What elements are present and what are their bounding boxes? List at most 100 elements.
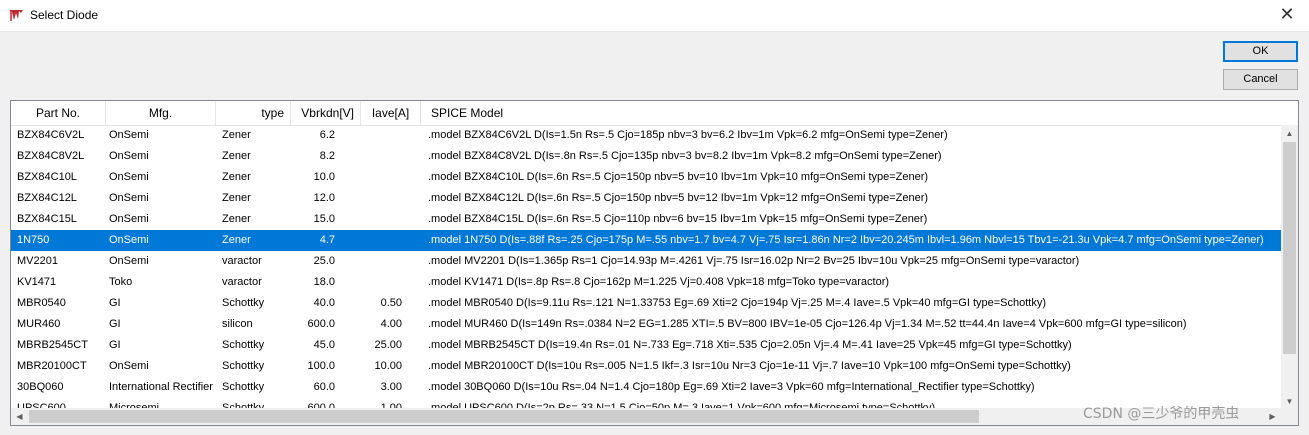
list-header: Part No. Mfg. type Vbrkdn[V] Iave[A] SPI… [11,101,1298,126]
table-row[interactable]: MBR20100CT OnSemi Schottky 100.0 10.00 .model… [11,356,1281,377]
vbrkdn-cell: 100.0 [307,360,335,372]
type-cell: Schottky [222,339,265,351]
spice-model-cell: .model 30BQ060 D(Is=10u Rs=.04 N=1.4 Cjo… [428,381,1035,393]
spice-model-cell: .model BZX84C6V2L D(Is=1.5n Rs=.5 Cjo=18… [428,129,948,141]
table-row[interactable]: KV1471 Toko varactor 18.0 .model KV1471 D(Is… [11,272,1281,293]
diode-list[interactable]: Part No. Mfg. type Vbrkdn[V] Iave[A] SPI… [10,100,1299,426]
part-no-cell: BZX84C8V2L [17,150,85,162]
vbrkdn-cell: 12.0 [313,192,335,204]
spice-model-cell: .model MUR460 D(Is=149n Rs=.0384 N=2 EG=… [428,318,1187,330]
type-cell: varactor [222,255,262,267]
mfg-cell: OnSemi [109,360,149,372]
iave-cell [356,167,402,188]
table-row[interactable]: BZX84C8V2L OnSemi Zener 8.2 .model BZX84C8V2… [11,146,1281,167]
spice-model-cell: .model KV1471 D(Is=.8p Rs=.8 Cjo=162p M=… [428,276,890,288]
vertical-scrollbar[interactable]: ▲ ▼ [1281,125,1298,410]
mfg-cell: OnSemi [109,192,149,204]
type-cell: Schottky [222,381,265,393]
iave-cell: 3.00 [380,381,402,393]
horizontal-scroll-thumb[interactable] [29,410,979,423]
type-cell: Zener [222,171,251,183]
column-header-iave[interactable]: Iave[A] [361,101,421,125]
vbrkdn-cell: 600.0 [307,318,335,330]
iave-cell: 10.00 [374,360,402,372]
vbrkdn-cell: 25.0 [313,255,335,267]
scroll-right-arrow-icon[interactable]: ▶ [1264,408,1281,425]
spice-model-cell: .model MBR20100CT D(Is=10u Rs=.005 N=1.5… [428,360,1071,372]
table-row[interactable]: MUR460 GI silicon 600.0 4.00 .model MUR460 D(… [11,314,1281,335]
spice-model-cell: .model BZX84C15L D(Is=.6n Rs=.5 Cjo=110p… [428,213,928,225]
spice-model-cell: .model 1N750 D(Is=.88f Rs=.25 Cjo=175p M… [428,234,1264,246]
table-row[interactable]: MBR0540 GI Schottky 40.0 0.50 .model MBR0540 … [11,293,1281,314]
mfg-cell: OnSemi [109,255,149,267]
type-cell: silicon [222,318,253,330]
part-no-cell: MBR20100CT [17,360,87,372]
type-cell: Schottky [222,297,265,309]
part-no-cell: MBR0540 [17,297,66,309]
iave-cell [356,272,402,293]
table-row[interactable]: BZX84C15L OnSemi Zener 15.0 .model BZX84C15L… [11,209,1281,230]
spice-model-cell: .model BZX84C12L D(Is=.6n Rs=.5 Cjo=150p… [428,192,929,204]
mfg-cell: GI [109,297,121,309]
mfg-cell: Toko [109,276,133,288]
type-cell: Zener [222,192,251,204]
iave-cell [356,209,402,230]
watermark: CSDN @三少爷的甲壳虫 [1083,406,1240,422]
cancel-button[interactable]: Cancel [1223,69,1298,90]
column-header-vbrkdn[interactable]: Vbrkdn[V] [291,101,361,125]
part-no-cell: BZX84C15L [17,213,77,225]
spice-model-cell: .model MBRB2545CT D(Is=19.4n Rs=.01 N=.7… [428,339,1072,351]
table-row[interactable]: MBRB2545CT GI Schottky 45.0 25.00 .model MBRB… [11,335,1281,356]
type-cell: varactor [222,276,262,288]
part-no-cell: MUR460 [17,318,61,330]
vbrkdn-cell: 18.0 [313,276,335,288]
mfg-cell: OnSemi [109,129,149,141]
mfg-cell: OnSemi [109,234,149,246]
type-cell: Zener [222,150,251,162]
column-header-spice-model[interactable]: SPICE Model [421,101,1298,125]
vbrkdn-cell: 45.0 [313,339,335,351]
part-no-cell: 1N750 [17,234,50,246]
mfg-cell: OnSemi [109,213,149,225]
table-row[interactable]: BZX84C6V2L OnSemi Zener 6.2 .model BZX84C6V2… [11,125,1281,146]
table-row[interactable]: BZX84C12L OnSemi Zener 12.0 .model BZX84C12L… [11,188,1281,209]
table-row[interactable]: 30BQ060 International Rectifier Schottky 60… [11,377,1281,398]
mfg-cell: GI [109,318,121,330]
part-no-cell: BZX84C10L [17,171,77,183]
ok-button[interactable]: OK [1223,41,1298,62]
mfg-cell: International Rectifier [109,381,213,393]
part-no-cell: 30BQ060 [17,381,64,393]
spice-model-cell: .model MV2201 D(Is=1.365p Rs=1 Cjo=14.93… [428,255,1080,267]
iave-cell [356,251,402,272]
spice-model-cell: .model BZX84C8V2L D(Is=.8n Rs=.5 Cjo=135… [428,150,942,162]
close-icon[interactable]: ✕ [1275,4,1299,26]
part-no-cell: KV1471 [17,276,57,288]
part-no-cell: MV2201 [17,255,58,267]
type-cell: Zener [222,213,251,225]
scroll-up-arrow-icon[interactable]: ▲ [1281,125,1298,142]
column-header-mfg[interactable]: Mfg. [106,101,216,125]
scroll-left-arrow-icon[interactable]: ◀ [11,408,28,425]
vbrkdn-cell: 10.0 [313,171,335,183]
vbrkdn-cell: 6.2 [319,129,335,141]
iave-cell [356,146,402,167]
mfg-cell: OnSemi [109,150,149,162]
table-row[interactable]: BZX84C10L OnSemi Zener 10.0 .model BZX84C10L… [11,167,1281,188]
iave-cell: 0.50 [380,297,402,309]
part-no-cell: BZX84C6V2L [17,129,85,141]
iave-cell [356,188,402,209]
part-no-cell: MBRB2545CT [17,339,88,351]
vbrkdn-cell: 8.2 [319,150,335,162]
title-bar: Select Diode ✕ [0,0,1309,32]
table-row[interactable]: 1N750 OnSemi Zener 4.7 .model 1N750 D(Is=.88… [11,230,1281,251]
spice-model-cell: .model MBR0540 D(Is=9.11u Rs=.121 N=1.33… [428,297,1047,309]
spice-model-cell: .model BZX84C10L D(Is=.6n Rs=.5 Cjo=150p… [428,171,929,183]
table-row[interactable]: MV2201 OnSemi varactor 25.0 .model MV2201 D(… [11,251,1281,272]
type-cell: Zener [222,234,251,246]
column-header-part-no[interactable]: Part No. [11,101,106,125]
vertical-scroll-thumb[interactable] [1283,142,1296,354]
iave-cell: 4.00 [380,318,402,330]
iave-cell: 25.00 [374,339,402,351]
column-header-type[interactable]: type [216,101,291,125]
mfg-cell: GI [109,339,121,351]
